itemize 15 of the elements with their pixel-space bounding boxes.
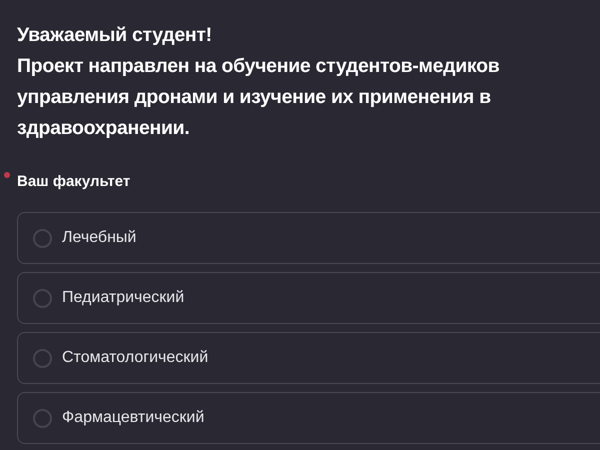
radio-button[interactable] <box>33 348 52 368</box>
option-label: Педиатрический <box>62 288 184 308</box>
option-label: Фармацевтический <box>62 408 204 428</box>
option-label: Лечебный <box>62 228 136 248</box>
radio-button[interactable] <box>33 288 52 308</box>
radio-button[interactable] <box>33 228 52 248</box>
option-label: Стоматологический <box>62 348 208 368</box>
option-card[interactable]: Стоматологический <box>17 332 600 384</box>
intro-text: Проект направлен на обучение студентов-медиков управления дронами и изучение их применения в здравоохранении. <box>17 54 500 141</box>
question-label: Ваш факультет <box>17 173 130 190</box>
intro-text: Уважаемый студент! <box>17 23 213 48</box>
option-card[interactable]: Педиатрический <box>17 272 600 324</box>
option-card[interactable]: Фармацевтический <box>17 392 600 444</box>
option-card[interactable]: Лечебный <box>17 212 600 264</box>
radio-button[interactable] <box>33 408 52 428</box>
